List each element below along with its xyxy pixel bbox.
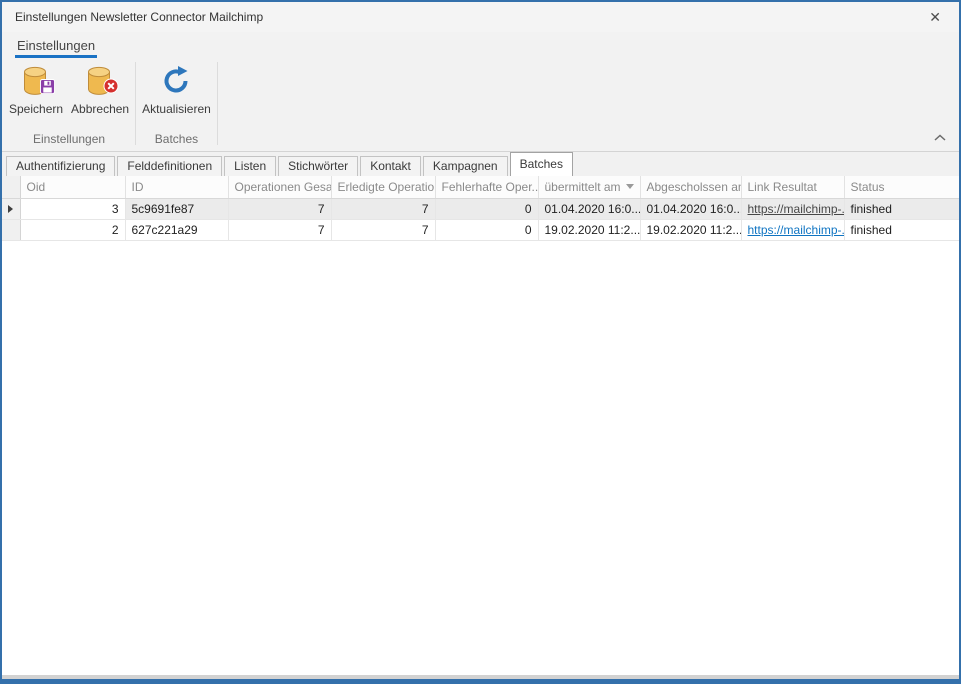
column-header-completed[interactable]: Abgescholssen am xyxy=(640,176,741,198)
row-indicator-cell xyxy=(2,219,20,240)
current-row-indicator xyxy=(2,198,20,219)
save-button[interactable]: Speichern xyxy=(5,62,67,118)
tab-authentifizierung[interactable]: Authentifizierung xyxy=(6,156,115,176)
batches-grid: Oid ID Operationen Gesa... Erledigte Ope… xyxy=(2,176,959,675)
table-row[interactable]: 2 627c221a29 7 7 0 19.02.2020 11:2... 19… xyxy=(2,219,959,240)
ribbon-group-batches: Aktualisieren Batches xyxy=(138,58,215,151)
column-header-submitted[interactable]: übermittelt am xyxy=(538,176,640,198)
cancel-button-label: Abbrechen xyxy=(71,102,129,116)
grid-header-row: Oid ID Operationen Gesa... Erledigte Ope… xyxy=(2,176,959,198)
cell-ops-total[interactable]: 7 xyxy=(228,198,331,219)
window-bottom-strip xyxy=(2,675,959,679)
refresh-button[interactable]: Aktualisieren xyxy=(138,62,215,118)
tab-batches[interactable]: Batches xyxy=(510,152,573,176)
refresh-button-label: Aktualisieren xyxy=(142,102,211,116)
column-header-ops-done[interactable]: Erledigte Operatio... xyxy=(331,176,435,198)
cell-status[interactable]: finished xyxy=(844,198,959,219)
ribbon-tab-einstellungen[interactable]: Einstellungen xyxy=(15,38,97,58)
result-link[interactable]: https://mailchimp-... xyxy=(748,223,845,237)
column-header-link[interactable]: Link Resultat xyxy=(741,176,844,198)
cell-link[interactable]: https://mailchimp-... xyxy=(741,219,844,240)
column-header-ops-total[interactable]: Operationen Gesa... xyxy=(228,176,331,198)
database-save-icon xyxy=(19,64,53,100)
sort-descending-icon xyxy=(626,184,634,189)
cell-link[interactable]: https://mailchimp-... xyxy=(741,198,844,219)
ribbon-tab-row: Einstellungen xyxy=(2,32,959,58)
cell-ops-failed[interactable]: 0 xyxy=(435,219,538,240)
ribbon-group-einstellungen: Speichern xyxy=(5,58,133,151)
close-icon[interactable]: ✕ xyxy=(921,8,949,26)
result-link[interactable]: https://mailchimp-... xyxy=(748,202,845,216)
column-header-ops-failed[interactable]: Fehlerhafte Oper... xyxy=(435,176,538,198)
row-arrow-icon xyxy=(8,205,13,213)
cell-completed[interactable]: 01.04.2020 16:0... xyxy=(640,198,741,219)
window-title: Einstellungen Newsletter Connector Mailc… xyxy=(15,10,921,24)
cell-ops-failed[interactable]: 0 xyxy=(435,198,538,219)
cell-submitted[interactable]: 01.04.2020 16:0... xyxy=(538,198,640,219)
cell-id[interactable]: 5c9691fe87 xyxy=(125,198,228,219)
title-bar: Einstellungen Newsletter Connector Mailc… xyxy=(2,2,959,32)
tab-felddefinitionen[interactable]: Felddefinitionen xyxy=(117,156,222,176)
table-row[interactable]: 3 5c9691fe87 7 7 0 01.04.2020 16:0... 01… xyxy=(2,198,959,219)
cancel-button[interactable]: Abbrechen xyxy=(67,62,133,118)
cell-id[interactable]: 627c221a29 xyxy=(125,219,228,240)
database-cancel-icon xyxy=(83,64,117,100)
save-button-label: Speichern xyxy=(9,102,63,116)
cell-oid[interactable]: 3 xyxy=(20,198,125,219)
column-header-id[interactable]: ID xyxy=(125,176,228,198)
ribbon: Speichern xyxy=(2,58,959,152)
cell-completed[interactable]: 19.02.2020 11:2... xyxy=(640,219,741,240)
cell-ops-done[interactable]: 7 xyxy=(331,198,435,219)
cell-status[interactable]: finished xyxy=(844,219,959,240)
ribbon-group-separator xyxy=(135,62,136,145)
tab-listen[interactable]: Listen xyxy=(224,156,276,176)
cell-ops-done[interactable]: 7 xyxy=(331,219,435,240)
column-header-status[interactable]: Status xyxy=(844,176,959,198)
tab-kontakt[interactable]: Kontakt xyxy=(360,156,421,176)
tab-stichwoerter[interactable]: Stichwörter xyxy=(278,156,358,176)
row-indicator-header xyxy=(2,176,20,198)
page-tab-strip: Authentifizierung Felddefinitionen Liste… xyxy=(2,152,959,176)
ribbon-group-separator xyxy=(217,62,218,145)
settings-dialog-window: Einstellungen Newsletter Connector Mailc… xyxy=(0,0,961,684)
cell-ops-total[interactable]: 7 xyxy=(228,219,331,240)
cell-oid[interactable]: 2 xyxy=(20,219,125,240)
refresh-icon xyxy=(159,64,193,100)
cell-submitted[interactable]: 19.02.2020 11:2... xyxy=(538,219,640,240)
tab-kampagnen[interactable]: Kampagnen xyxy=(423,156,508,176)
column-header-oid[interactable]: Oid xyxy=(20,176,125,198)
chevron-up-icon[interactable] xyxy=(931,131,949,145)
ribbon-group-caption-batches: Batches xyxy=(138,132,215,151)
cancel-overlay-icon xyxy=(103,78,119,99)
save-overlay-icon xyxy=(40,79,55,99)
ribbon-group-caption-einstellungen: Einstellungen xyxy=(5,132,133,151)
